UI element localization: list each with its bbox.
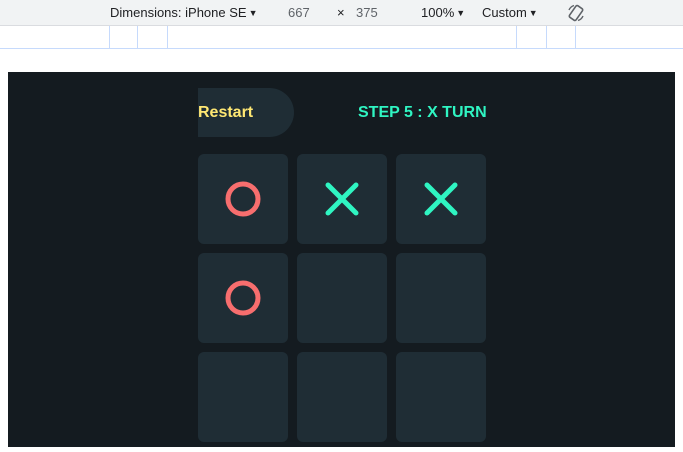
board-cell[interactable] [396,352,486,442]
board-cell[interactable] [297,352,387,442]
dimension-separator: × [337,5,345,20]
ruler-segment[interactable] [109,26,110,48]
ruler-segment[interactable] [575,26,576,48]
height-input[interactable]: 375 [356,5,378,21]
board-cell[interactable] [297,253,387,343]
caret-down-icon: ▼ [248,8,258,18]
board-cell[interactable] [297,154,387,244]
restart-button[interactable]: Restart [198,88,294,137]
o-mark [225,280,261,316]
caret-down-icon: ▼ [528,8,538,18]
device-viewport: Restart STEP 5 : X TURN [8,72,675,447]
media-query-ruler [0,26,683,49]
rotate-icon[interactable] [566,3,586,23]
board-cell[interactable] [396,154,486,244]
board-cell[interactable] [396,253,486,343]
width-input[interactable]: 667 [288,5,310,21]
x-mark [325,182,359,216]
x-mark [424,182,458,216]
o-mark [225,181,261,217]
zoom-label: 100% [421,5,455,20]
zoom-dropdown[interactable]: 100% ▼ [421,5,465,21]
game-status: STEP 5 : X TURN [358,104,487,121]
game-board [198,154,486,442]
device-toolbar: Dimensions: iPhone SE ▼ 667 × 375 100% ▼ C… [0,0,683,26]
caret-down-icon: ▼ [456,8,466,18]
ruler-segment[interactable] [137,26,138,48]
board-cell[interactable] [198,352,288,442]
ruler-segment[interactable] [167,26,168,48]
throttle-label: Custom [482,5,527,20]
ruler-segment[interactable] [516,26,517,48]
ruler-segment[interactable] [546,26,547,48]
device-dimensions-dropdown[interactable]: Dimensions: iPhone SE ▼ [110,5,258,21]
board-cell[interactable] [198,253,288,343]
device-dimensions-label: Dimensions: iPhone SE [110,5,247,20]
throttle-dropdown[interactable]: Custom ▼ [482,5,538,21]
board-cell[interactable] [198,154,288,244]
